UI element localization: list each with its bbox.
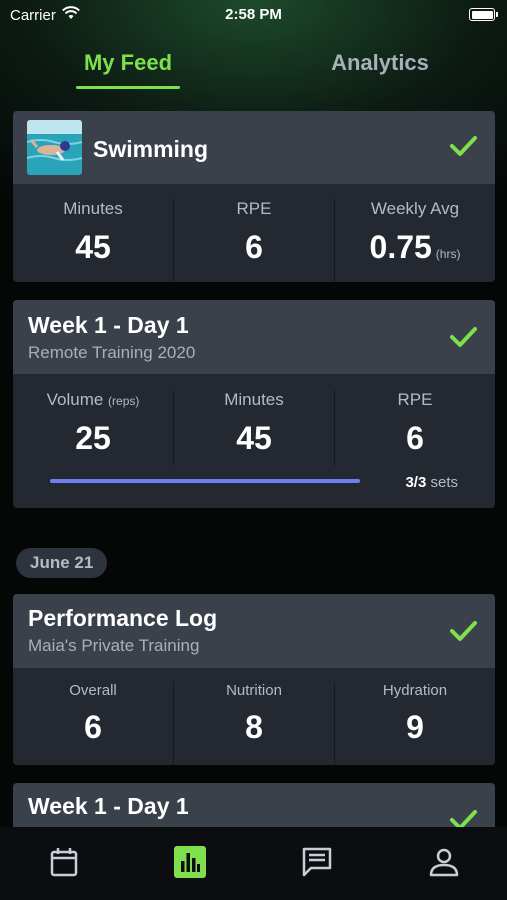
tab-analytics[interactable]: Analytics bbox=[290, 50, 470, 76]
stat-value: 6 bbox=[84, 709, 102, 745]
stat-label: Weekly Avg bbox=[370, 199, 460, 218]
stat-label-unit: (reps) bbox=[108, 394, 140, 408]
progress-bar-fill bbox=[50, 479, 360, 483]
workout-card-week1-second[interactable]: Week 1 - Day 1 bbox=[13, 783, 495, 827]
card-subtitle: Maia's Private Training bbox=[28, 636, 200, 655]
stat-label: Minutes bbox=[224, 390, 284, 409]
check-icon bbox=[450, 810, 477, 827]
card-title: Week 1 - Day 1 bbox=[28, 793, 189, 819]
stat-label: RPE bbox=[236, 199, 272, 218]
check-icon bbox=[450, 621, 477, 641]
workout-card-week1[interactable]: Week 1 - Day 1 Remote Training 2020 Volu… bbox=[13, 300, 495, 508]
stat-value: 45 bbox=[75, 229, 111, 265]
stat-overall: Overall 6 bbox=[13, 682, 174, 765]
card-header: Performance Log Maia's Private Training bbox=[13, 594, 495, 668]
stat-unit: (hrs) bbox=[435, 247, 461, 261]
stat-value: 0.75 (hrs) bbox=[335, 229, 495, 266]
bottom-nav bbox=[0, 827, 507, 900]
stat-rpe: RPE 6 bbox=[335, 390, 495, 466]
stat-hydration: Hydration 9 bbox=[335, 682, 495, 765]
performance-log-card[interactable]: Performance Log Maia's Private Training … bbox=[13, 594, 495, 765]
check-icon bbox=[450, 136, 477, 156]
stat-number: 0.75 bbox=[369, 229, 432, 265]
stat-label: Minutes bbox=[63, 199, 123, 218]
stats-row: Volume (reps) 25 Minutes 45 RPE 6 bbox=[13, 374, 495, 466]
status-time: 2:58 PM bbox=[225, 6, 282, 23]
messages-icon[interactable] bbox=[300, 845, 334, 879]
card-subtitle: Remote Training 2020 bbox=[28, 343, 196, 362]
stat-label: Hydration bbox=[382, 682, 448, 699]
active-tab-indicator bbox=[76, 86, 180, 89]
date-chip: June 21 bbox=[16, 548, 108, 578]
stat-value: 6 bbox=[245, 229, 263, 265]
profile-icon[interactable] bbox=[427, 845, 461, 879]
stat-label-text: Volume bbox=[46, 390, 104, 409]
stat-label: RPE bbox=[397, 390, 433, 409]
stat-volume: Volume (reps) 25 bbox=[13, 390, 174, 466]
top-tabs: My Feed Analytics bbox=[0, 40, 507, 92]
battery-icon bbox=[469, 8, 498, 21]
card-header: Week 1 - Day 1 Remote Training 2020 bbox=[13, 300, 495, 374]
stat-minutes: Minutes 45 bbox=[174, 390, 335, 466]
check-icon bbox=[450, 327, 477, 347]
feed-list[interactable]: Swimming Minutes 45 RPE 6 Weekly Avg 0.7… bbox=[0, 100, 507, 827]
stat-minutes: Minutes 45 bbox=[13, 199, 174, 282]
stats-row: Overall 6 Nutrition 8 Hydration 9 bbox=[13, 668, 495, 765]
card-title: Swimming bbox=[93, 136, 209, 162]
stat-label: Volume (reps) bbox=[13, 390, 173, 410]
card-title: Performance Log bbox=[28, 605, 218, 631]
stat-weekly-avg: Weekly Avg 0.75 (hrs) bbox=[335, 199, 495, 282]
progress-count: 3/3 bbox=[405, 474, 427, 491]
tab-my-feed[interactable]: My Feed bbox=[38, 50, 218, 76]
progress-unit: sets bbox=[430, 474, 458, 491]
stats-icon[interactable] bbox=[173, 845, 207, 879]
progress-label: 3/3 sets bbox=[405, 474, 458, 491]
calendar-icon[interactable] bbox=[47, 845, 81, 879]
stat-label: Overall bbox=[69, 682, 117, 699]
progress-section: 3/3 sets bbox=[13, 466, 495, 508]
stat-label: Nutrition bbox=[226, 682, 282, 699]
card-header: Week 1 - Day 1 bbox=[13, 783, 495, 827]
stat-value: 9 bbox=[406, 709, 424, 745]
stat-rpe: RPE 6 bbox=[174, 199, 335, 282]
card-title: Week 1 - Day 1 bbox=[28, 312, 189, 338]
stat-value: 8 bbox=[245, 709, 263, 745]
stat-value: 6 bbox=[406, 420, 424, 456]
swimming-thumbnail bbox=[27, 120, 82, 175]
stat-nutrition: Nutrition 8 bbox=[174, 682, 335, 765]
stat-value: 45 bbox=[236, 420, 272, 456]
stat-value: 25 bbox=[75, 420, 111, 456]
stats-row: Minutes 45 RPE 6 Weekly Avg 0.75 (hrs) bbox=[13, 184, 495, 282]
card-header: Swimming bbox=[13, 111, 495, 184]
progress-track bbox=[50, 479, 360, 483]
status-bar: Carrier 2:58 PM bbox=[0, 0, 507, 30]
swimming-card[interactable]: Swimming Minutes 45 RPE 6 Weekly Avg 0.7… bbox=[13, 111, 495, 282]
